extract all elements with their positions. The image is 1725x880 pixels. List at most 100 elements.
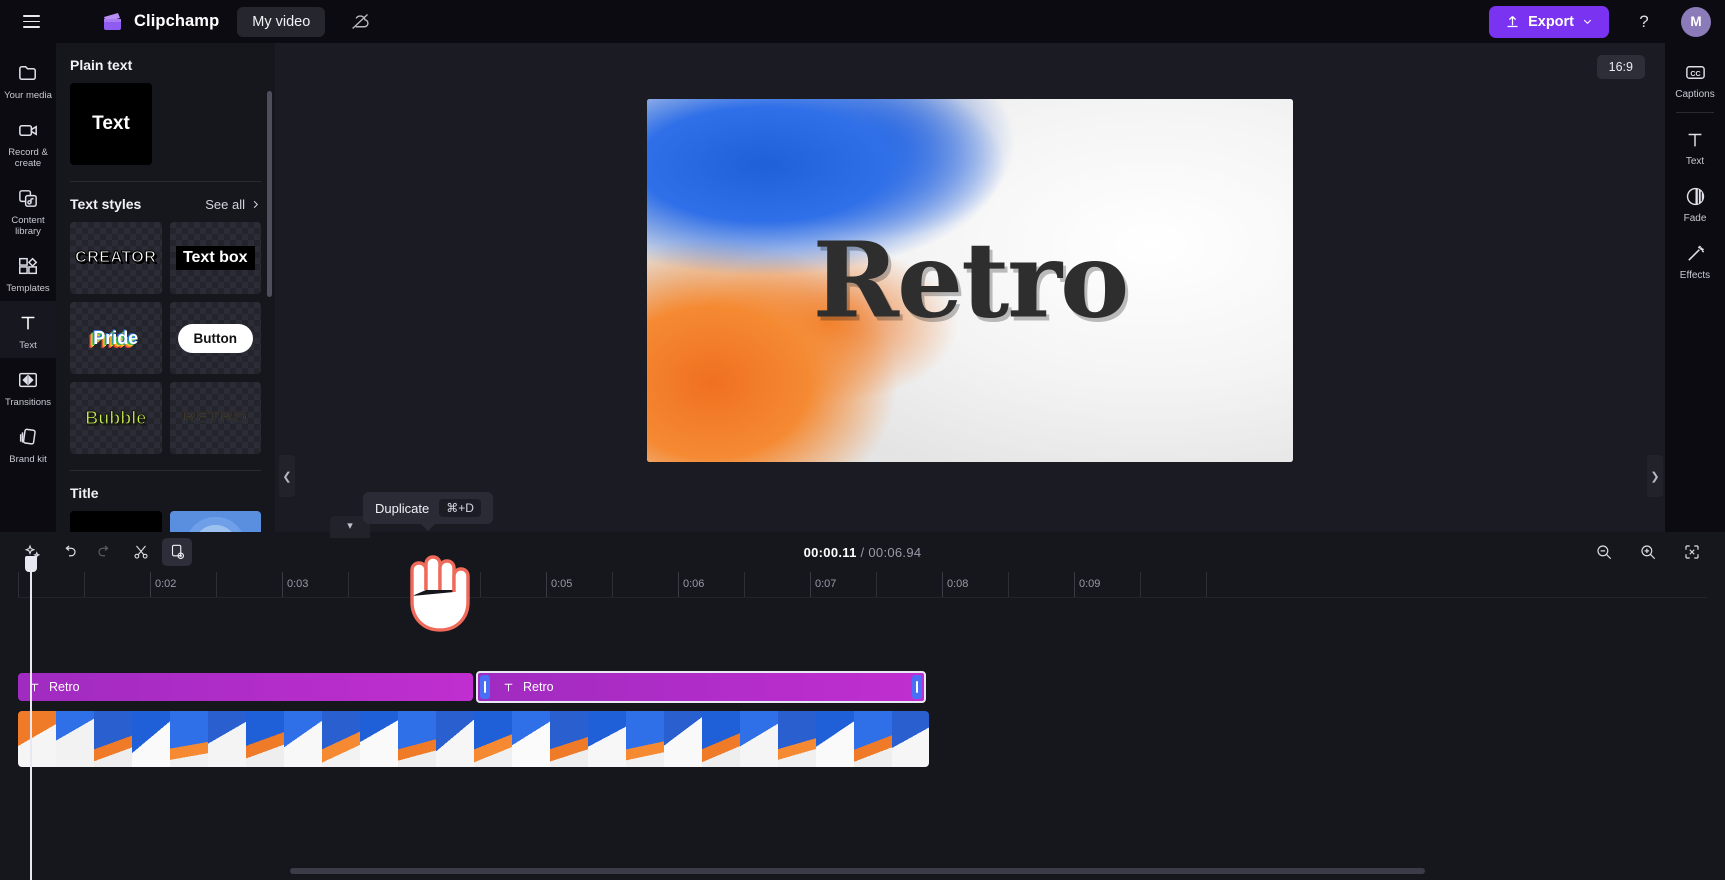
timeline-zoom-controls	[1589, 538, 1707, 566]
plain-text-card[interactable]: Text	[70, 83, 152, 165]
stage-column: 16:9 ❮ Retro	[275, 43, 1665, 548]
svg-text:CC: CC	[1690, 70, 1700, 78]
rightbar-item-fade[interactable]: Fade	[1665, 175, 1725, 232]
thumbnail	[854, 711, 892, 767]
see-all-label: See all	[205, 196, 245, 212]
fade-icon	[1686, 187, 1704, 206]
user-avatar[interactable]: M	[1681, 6, 1711, 37]
text-style-tile[interactable]: RETRO	[169, 382, 261, 454]
panel-scrollbar[interactable]	[267, 91, 272, 297]
text-style-tile[interactable]: CREATOR	[70, 222, 162, 294]
text-panel: Plain text Text Text styles See all CREA…	[56, 43, 275, 532]
help-button[interactable]: ?	[1629, 7, 1659, 37]
divider	[70, 470, 261, 471]
thumbnail	[18, 711, 56, 767]
zoom-out-button[interactable]	[1589, 538, 1619, 566]
playhead-handle[interactable]	[25, 556, 37, 572]
thumbnail	[740, 711, 778, 767]
ruler-label: 0:02	[155, 578, 177, 590]
time-separator: /	[860, 544, 865, 560]
upload-icon	[1507, 16, 1518, 28]
divider	[1676, 112, 1714, 113]
divider	[70, 181, 261, 182]
video-clip[interactable]	[18, 711, 929, 767]
sidebar-item-templates[interactable]: Templates	[0, 244, 56, 301]
rightbar-item-captions[interactable]: CC Captions	[1665, 51, 1725, 108]
text-style-tile[interactable]: Pride	[70, 302, 162, 374]
trim-handle-right[interactable]	[912, 675, 922, 699]
undo-button[interactable]	[54, 538, 84, 566]
sidebar-item-transitions[interactable]: Transitions	[0, 358, 56, 415]
split-button[interactable]	[126, 538, 156, 566]
trim-handle-left[interactable]	[480, 675, 490, 699]
project-title-chip[interactable]: My video	[237, 6, 326, 37]
text-style-tile[interactable]: Button	[169, 302, 261, 374]
app-header: Clipchamp My video Export ? M	[0, 0, 1725, 43]
brand-name: Clipchamp	[134, 12, 220, 30]
cloud-off-icon[interactable]	[345, 7, 375, 37]
preview-text-overlay: Retro	[647, 219, 1293, 342]
collapse-right-button[interactable]: ❯	[1647, 455, 1663, 497]
sidebar-item-text[interactable]: Text	[0, 301, 56, 358]
text-style-tile[interactable]: Text box	[169, 222, 261, 294]
transitions-icon	[17, 367, 39, 393]
thumbnail	[322, 711, 360, 767]
camera-icon	[17, 117, 40, 143]
thumbnail	[474, 711, 512, 767]
ruler-label: 0:08	[947, 578, 969, 590]
duplicate-tooltip: Duplicate ⌘+D	[363, 492, 493, 524]
clip-label: Retro	[49, 680, 80, 694]
collapse-left-button[interactable]: ❮	[279, 455, 295, 497]
see-all-link[interactable]: See all	[205, 197, 261, 212]
zoom-in-button[interactable]	[1633, 538, 1663, 566]
aspect-ratio-badge[interactable]: 16:9	[1596, 55, 1645, 79]
playhead[interactable]	[25, 556, 37, 880]
folder-icon	[17, 60, 40, 86]
text-style-tile[interactable]: Bubble	[70, 382, 162, 454]
title-tile[interactable]: Typewr	[70, 511, 162, 532]
duplicate-button[interactable]	[162, 538, 192, 566]
export-button[interactable]: Export	[1489, 5, 1609, 38]
brand: Clipchamp	[102, 11, 219, 32]
thumbnail	[702, 711, 740, 767]
panel-scroll-area: Plain text Text Text styles See all CREA…	[70, 43, 275, 532]
rightbar-item-text[interactable]: Text	[1665, 119, 1725, 175]
timeline-ruler[interactable]: 0:02 0:03 0:04 0:05 0:06 0:07 0:08 0:09	[18, 572, 1707, 598]
thumbnail	[132, 711, 170, 767]
sidebar-label: Your media	[4, 90, 52, 101]
rightbar-item-effects[interactable]: Effects	[1665, 232, 1725, 289]
thumbnail	[360, 711, 398, 767]
video-preview[interactable]: Retro	[647, 98, 1293, 462]
thumbnail	[816, 711, 854, 767]
clipchamp-logo-icon	[102, 11, 125, 32]
ruler-label: 0:07	[815, 578, 837, 590]
sidebar-item-brand-kit[interactable]: Brand kit	[0, 415, 56, 472]
preview-stage: 16:9 ❮ Retro	[275, 43, 1665, 517]
rightbar-label: Effects	[1679, 270, 1711, 281]
timeline-toolbar: 00:00.11 / 00:06.94	[0, 532, 1725, 572]
left-sidebar: Your media Record & create Content libra…	[0, 43, 56, 532]
tile-label: Text box	[175, 246, 255, 270]
thumbnail	[208, 711, 246, 767]
ruler-label: 0:04	[419, 578, 441, 590]
sidebar-label: Text	[19, 340, 37, 351]
sidebar-item-content-library[interactable]: Content library	[0, 176, 56, 244]
sidebar-item-your-media[interactable]: Your media	[0, 51, 56, 108]
fit-timeline-button[interactable]	[1677, 538, 1707, 566]
text-styles-heading: Text styles	[70, 196, 142, 212]
text-clip[interactable]: Retro	[18, 673, 473, 701]
redo-button[interactable]	[90, 538, 120, 566]
text-clip-selected[interactable]: Retro	[476, 671, 926, 703]
tile-label: CREATOR	[75, 249, 157, 267]
sidebar-label: Transitions	[4, 397, 52, 408]
timeline-horizontal-scrollbar[interactable]	[290, 868, 1425, 874]
hamburger-menu-icon[interactable]	[14, 5, 48, 39]
title-tile[interactable]: Circular	[169, 511, 261, 532]
timecode-display: 00:00.11 / 00:06.94	[804, 545, 922, 560]
tile-label: Pride	[93, 327, 139, 348]
templates-grid-icon	[17, 253, 39, 279]
thumbnail	[246, 711, 284, 767]
thumbnail	[56, 711, 94, 767]
app-body: Your media Record & create Content libra…	[0, 43, 1725, 548]
sidebar-item-record-create[interactable]: Record & create	[0, 108, 56, 176]
